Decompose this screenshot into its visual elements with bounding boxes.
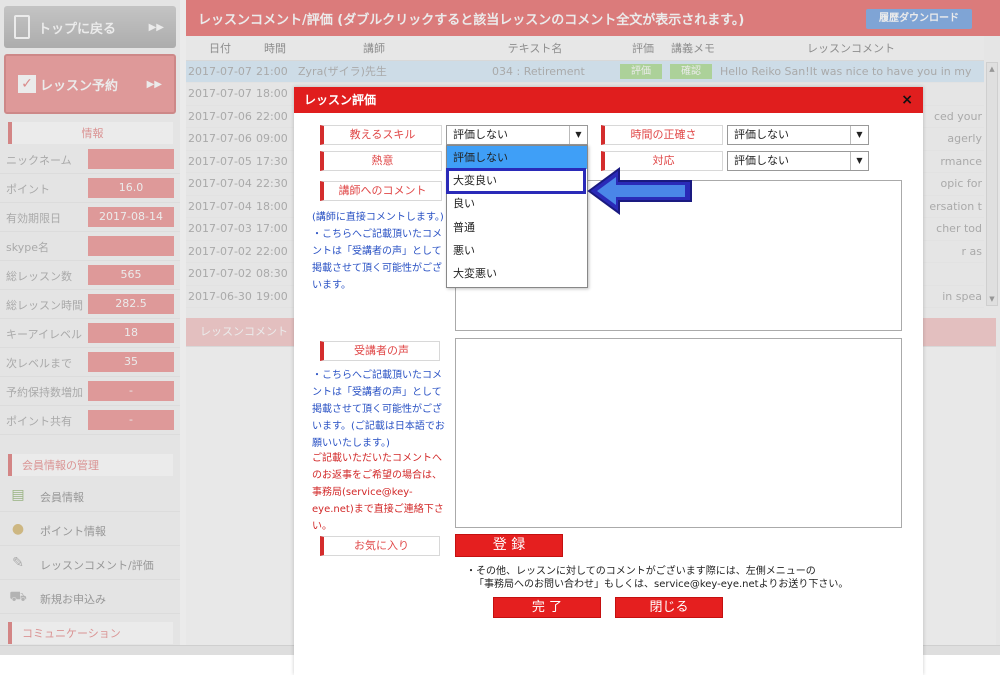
skill-dropdown-list: 評価しない 大変良い 良い 普通 悪い 大変悪い [446,145,588,288]
footer-note-2: 「事務局へのお問い合わせ」もしくは、service@key-eye.netよりお… [474,579,849,590]
highlight-frame [446,168,586,194]
voice-note: ・こちらへご記載頂いたコメントは「受講者の声」として掲載させて頂く可能性がござい… [312,370,445,449]
teacher-comment-label: 講師へのコメント [320,181,442,201]
chevron-down-icon: ▼ [850,126,868,144]
footer-note-1: ・その他、レッスンに対してのコメントがございます際には、左側メニューの [466,566,816,577]
punctuality-select[interactable]: 評価しない ▼ [727,125,869,145]
chevron-down-icon: ▼ [569,126,587,144]
pointer-arrow-icon [587,167,692,215]
voice-label: 受講者の声 [320,341,440,361]
voice-reply-note: ご記載いただいたコメントへのお返事をご希望の場合は、事務局(service@ke… [312,453,444,532]
dropdown-option[interactable]: 悪い [447,239,587,262]
response-select[interactable]: 評価しない ▼ [727,151,869,171]
skill-label: 教えるスキル [320,125,442,145]
teacher-comment-note: (講師に直接コメントします。) ・こちらへご記載頂いたコメントは「受講者の声」と… [312,212,444,291]
register-button[interactable]: 登 録 [455,534,563,557]
enthusiasm-label: 熱意 [320,151,442,171]
skill-select-value: 評価しない [453,128,508,141]
dialog-title-text: レッスン評価 [304,93,377,107]
dialog-title: レッスン評価 × [294,87,923,113]
dropdown-option[interactable]: 大変悪い [447,262,587,285]
chevron-down-icon: ▼ [850,152,868,170]
skill-select[interactable]: 評価しない ▼ [446,125,588,145]
punctuality-select-value: 評価しない [734,128,789,141]
dropdown-option[interactable]: 良い [447,192,587,215]
close-dialog-button[interactable]: 閉じる [615,597,723,618]
dropdown-option[interactable]: 評価しない [447,146,587,169]
punctuality-label: 時間の正確さ [601,125,723,145]
dropdown-option[interactable]: 普通 [447,216,587,239]
complete-button[interactable]: 完 了 [493,597,601,618]
voice-textarea[interactable] [455,338,902,528]
response-select-value: 評価しない [734,154,789,167]
favorite-label: お気に入り [320,536,440,556]
close-icon[interactable]: × [901,87,913,113]
